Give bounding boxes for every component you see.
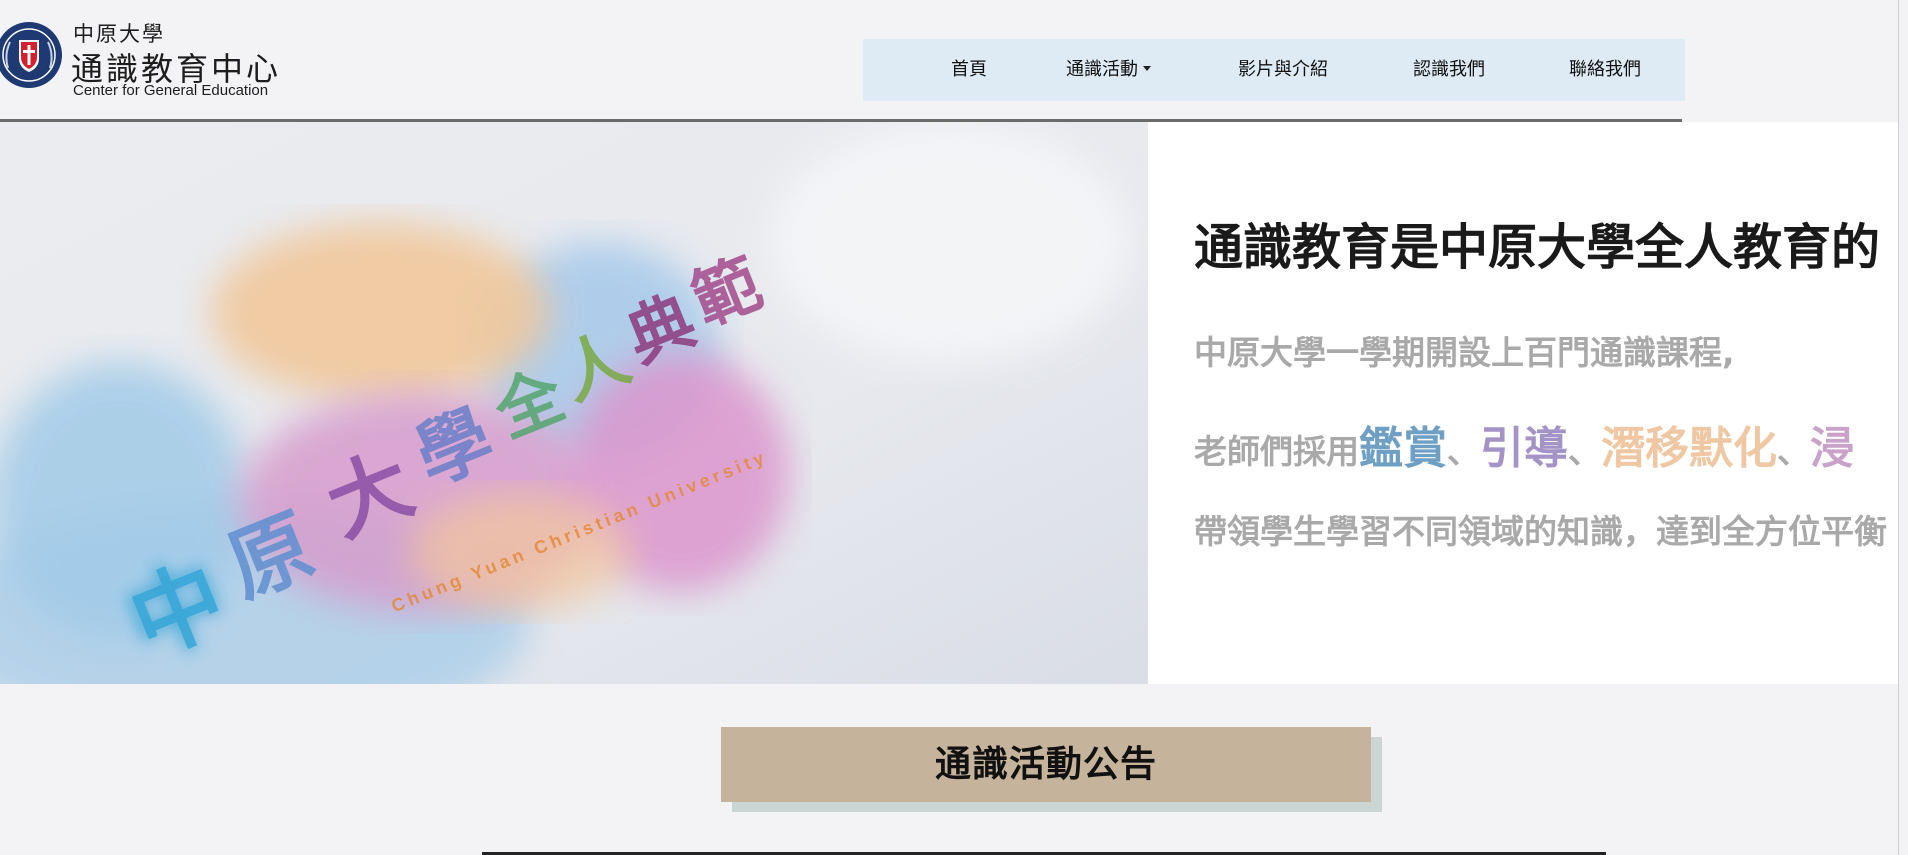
nav-item-label: 認識我們: [1413, 59, 1485, 80]
line2-prefix: 老師們採用: [1194, 432, 1359, 471]
nav-item-label: 首頁: [951, 59, 987, 80]
hero-line-3: 帶領學生學習不同領域的知識，達到全方位平衡: [1194, 512, 1887, 551]
logo-english-name: Center for General Education: [73, 82, 269, 99]
nav-item-videos[interactable]: 影片與介紹: [1238, 39, 1328, 101]
hero-image: 中 中 原 大 學 全 人 典 範 Chung Yuan Christian U…: [0, 122, 1148, 684]
nav-item-home[interactable]: 首頁: [951, 39, 987, 101]
nav-item-label: 影片與介紹: [1238, 59, 1328, 80]
keyword-appreciation: 鑑賞: [1359, 423, 1447, 474]
site-logo[interactable]: 中原大學 通識教育中心 Center for General Education: [0, 14, 300, 104]
nav-item-activities[interactable]: 通識活動: [1066, 39, 1151, 101]
page-edge: [1898, 0, 1908, 855]
hero-text: 通識教育是中原大學全人教育的 中原大學一學期開設上百門通識課程, 老師們採用鑑賞…: [1194, 122, 1898, 684]
chevron-down-icon: [1143, 65, 1151, 71]
university-seal-icon: [0, 22, 62, 88]
hero-line-2: 老師們採用鑑賞、引導、潛移默化、浸: [1194, 412, 1854, 476]
watercolor-illustration: 中 中 原 大 學 全 人 典 範 Chung Yuan Christian U…: [0, 122, 1148, 684]
keyword-influence: 潛移默化: [1601, 423, 1777, 474]
separator: 、: [1447, 432, 1480, 471]
hero-banner: 中 中 原 大 學 全 人 典 範 Chung Yuan Christian U…: [0, 122, 1898, 684]
keyword-guidance: 引導: [1480, 423, 1568, 474]
separator: 、: [1568, 432, 1601, 471]
hero-line-1: 中原大學一學期開設上百門通識課程,: [1194, 333, 1735, 372]
hero-title: 通識教育是中原大學全人教育的: [1194, 219, 1881, 276]
nav-item-about[interactable]: 認識我們: [1413, 39, 1485, 101]
nav-item-label: 聯絡我們: [1569, 59, 1641, 80]
nav-item-contact[interactable]: 聯絡我們: [1569, 39, 1641, 101]
separator: 、: [1777, 432, 1810, 471]
main-nav: 首頁 通識活動 影片與介紹 認識我們 聯絡我們: [863, 39, 1685, 101]
nav-item-label: 通識活動: [1066, 59, 1138, 80]
announcement-title: 通識活動公告: [721, 727, 1371, 802]
keyword-immersion: 浸: [1810, 423, 1854, 474]
